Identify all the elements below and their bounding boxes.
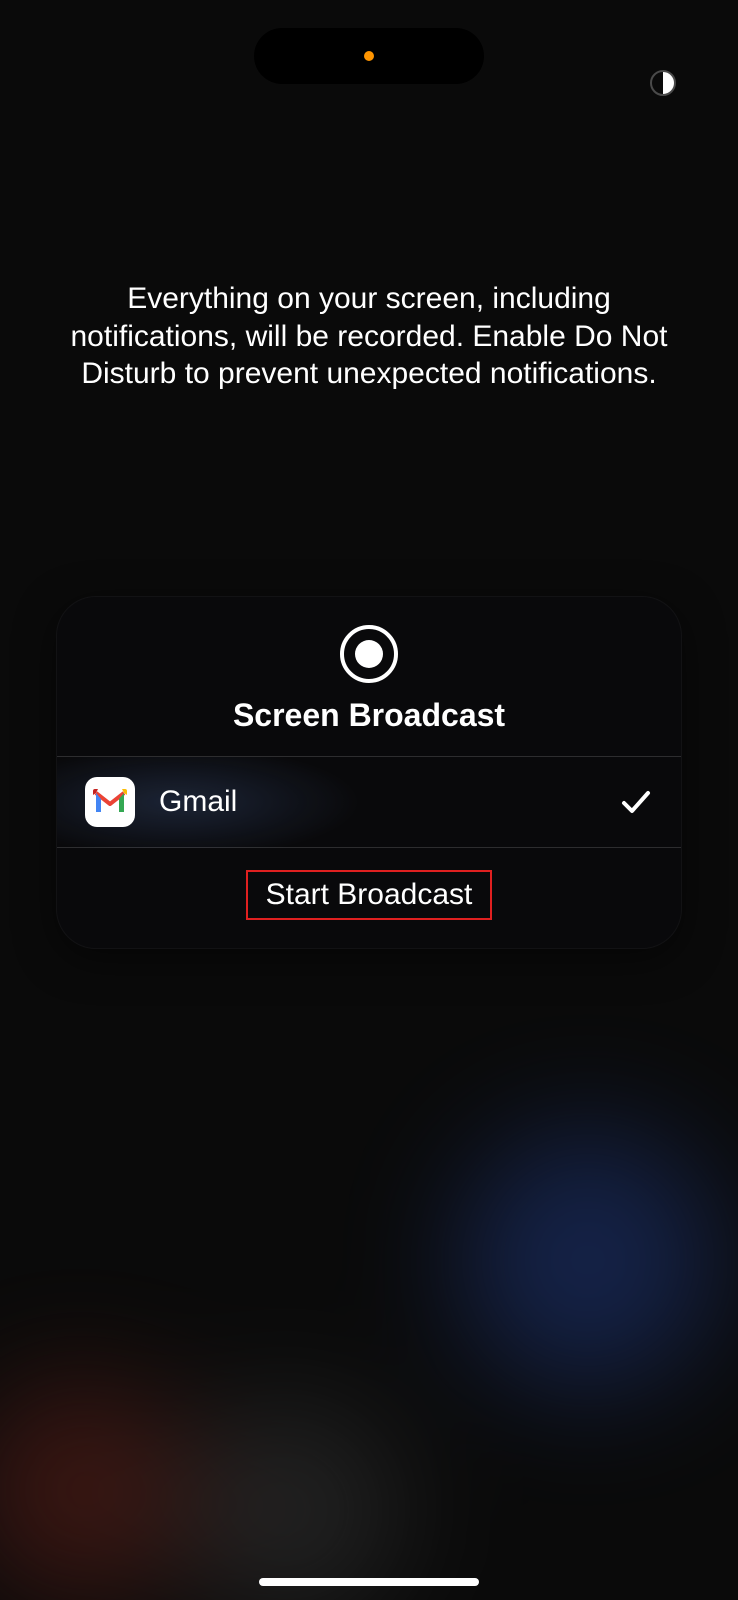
- dynamic-island: [254, 28, 484, 84]
- start-broadcast-button[interactable]: Start Broadcast: [246, 870, 493, 920]
- broadcast-target-row[interactable]: Gmail: [57, 757, 681, 848]
- status-bar: [0, 28, 738, 84]
- screen-broadcast-card: Screen Broadcast Gmail Start Broadcast: [56, 596, 682, 949]
- app-name-label: Gmail: [159, 785, 619, 819]
- card-title: Screen Broadcast: [233, 697, 505, 734]
- battery-indicator: [648, 68, 678, 98]
- start-row: Start Broadcast: [57, 848, 681, 948]
- mic-indicator-dot: [364, 51, 374, 61]
- card-header: Screen Broadcast: [57, 597, 681, 757]
- gmail-icon: [85, 777, 135, 827]
- home-indicator[interactable]: [259, 1578, 479, 1586]
- record-icon: [340, 625, 398, 683]
- recording-warning-text: Everything on your screen, including not…: [60, 280, 678, 393]
- checkmark-icon: [619, 785, 653, 819]
